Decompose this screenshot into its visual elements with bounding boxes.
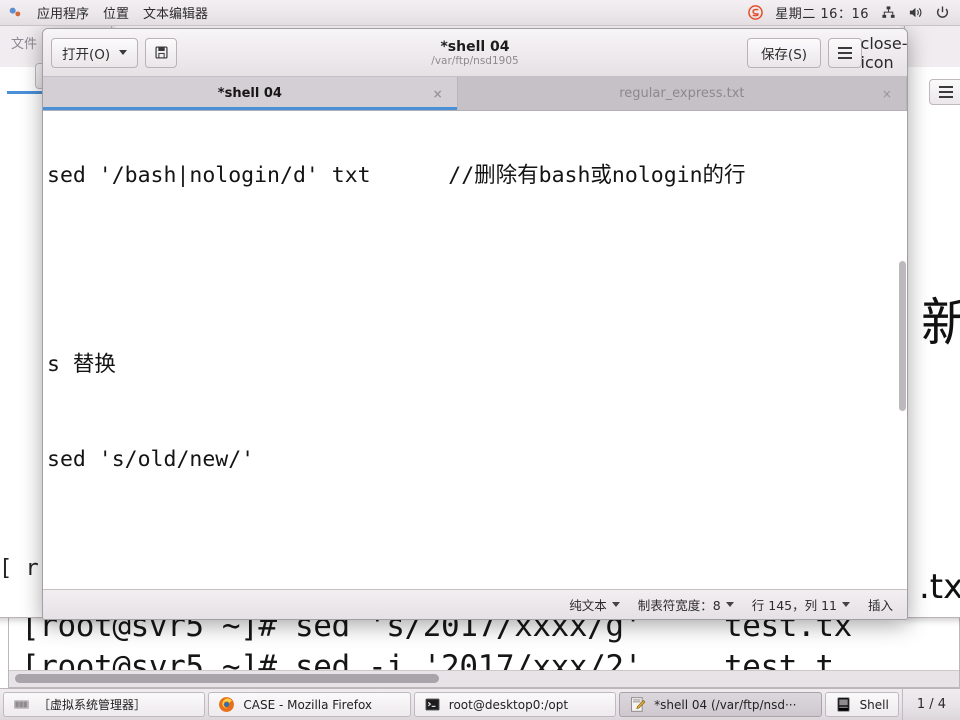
vm-manager-icon (14, 700, 29, 709)
tab-shell-04-label: *shell 04 (217, 86, 282, 101)
taskbar-item-shell-label: Shell (859, 697, 889, 712)
save-button-label: 保存(S) (760, 46, 808, 63)
taskbar-item-vm-manager-label: ［虚拟系统管理器］ (38, 698, 147, 712)
taskbar: ［虚拟系统管理器］ CASE - Mozilla Firefox root@de… (0, 688, 960, 720)
shell-icon (836, 697, 850, 712)
taskbar-item-shell04-label: *shell 04 (/var/ftp/nsd··· (654, 697, 797, 712)
menu-applications[interactable]: 应用程序 (37, 3, 89, 22)
tab-shell-04-close-icon[interactable]: × (433, 87, 443, 101)
tab-shell-04[interactable]: *shell 04 × (43, 77, 458, 110)
taskbar-item-firefox[interactable]: CASE - Mozilla Firefox (208, 692, 411, 717)
activities-icon[interactable] (8, 5, 23, 20)
headerbar-right-actions: 保存(S) close-icon (747, 34, 907, 72)
editor-text-area[interactable]: sed '/bash|nologin/d' txt //删除有bash或nolo… (43, 111, 907, 589)
status-tab-width-label: 制表符宽度：8 (637, 598, 721, 613)
hamburger-menu-icon[interactable] (929, 79, 960, 105)
status-insert-mode[interactable]: 插入 (868, 595, 893, 614)
top-panel-right: 星期二 16：16 (748, 3, 960, 22)
hamburger-menu-icon[interactable] (828, 37, 862, 68)
status-cursor-position[interactable]: 行 145，列 11 (752, 595, 850, 614)
desktop-screen: [root@svr5 ~]# sed 's/2017/xxxx/g' test.… (0, 0, 960, 720)
hamburger-glyph (939, 86, 953, 98)
tab-regular-express-close-icon[interactable]: × (882, 87, 892, 101)
volume-icon[interactable] (908, 5, 923, 20)
editor-lines: sed '/bash|nologin/d' txt //删除有bash或nolo… (47, 111, 907, 589)
background-right-big-char: 新 (921, 281, 960, 356)
save-button[interactable]: 保存(S) (747, 37, 821, 68)
clock[interactable]: 星期二 16：16 (775, 3, 869, 22)
editor-line: sed '/bash|nologin/d' txt //删除有bash或nolo… (47, 163, 746, 188)
close-icon[interactable]: close-icon (861, 34, 907, 72)
top-panel: 应用程序 位置 文本编辑器 星期二 16：16 (0, 0, 960, 26)
top-panel-left: 应用程序 位置 文本编辑器 (0, 3, 208, 22)
gedit-headerbar: 打开(O) *shell 04 /var/ftp/nsd1905 保存(S) c… (43, 29, 907, 77)
chevron-down-icon (119, 50, 128, 55)
chevron-down-icon (611, 602, 620, 607)
save-as-button[interactable] (145, 37, 178, 68)
taskbar-item-vm-manager[interactable]: ［虚拟系统管理器］ (3, 692, 206, 717)
status-bar: 纯文本 制表符宽度：8 行 145，列 11 插入 (43, 589, 907, 619)
editor-vertical-scrollbar[interactable] (899, 261, 906, 411)
taskbar-item-terminal-label: root@desktop0:/opt (448, 697, 569, 712)
page-subtitle-path: /var/ftp/nsd1905 (431, 54, 519, 67)
editor-line: sed 's/old/new/' (47, 446, 255, 472)
power-icon[interactable] (935, 5, 950, 20)
menu-places[interactable]: 位置 (103, 3, 129, 22)
chevron-down-icon (841, 602, 850, 607)
taskbar-item-terminal[interactable]: root@desktop0:/opt (413, 692, 617, 717)
status-format[interactable]: 纯文本 (569, 595, 620, 614)
close-glyph: close-icon (860, 33, 908, 72)
save-as-icon (155, 46, 168, 59)
status-cursor-position-label: 行 145，列 11 (751, 598, 837, 613)
hamburger-glyph (838, 46, 852, 59)
taskbar-item-firefox-label: CASE - Mozilla Firefox (243, 697, 373, 712)
taskbar-item-shell[interactable]: Shell (824, 692, 899, 717)
open-button[interactable]: 打开(O) (51, 37, 139, 68)
gedit-icon (631, 697, 646, 712)
sogou-input-icon[interactable] (748, 5, 764, 20)
status-insert-mode-label: 插入 (867, 598, 893, 613)
open-button-label: 打开(O) (62, 46, 111, 63)
firefox-icon (219, 697, 235, 712)
background-right-tail-text: .tx (919, 567, 960, 607)
menu-text-editor[interactable]: 文本编辑器 (143, 3, 208, 22)
editor-line: s 替换 (47, 352, 116, 377)
background-left-text: [ r (0, 556, 39, 581)
terminal-icon (425, 698, 440, 711)
background-window-right[interactable]: × 新 .tx (904, 18, 960, 618)
tab-bar: *shell 04 × regular_express.txt × (43, 77, 907, 111)
terminal-hscrollbar-track[interactable] (9, 670, 959, 687)
tab-regular-express[interactable]: regular_express.txt × (457, 77, 907, 110)
status-tab-width[interactable]: 制表符宽度：8 (638, 595, 734, 614)
status-format-label: 纯文本 (569, 598, 607, 613)
page-title: *shell 04 (440, 38, 510, 55)
chevron-down-icon (725, 602, 734, 607)
gedit-window[interactable]: 打开(O) *shell 04 /var/ftp/nsd1905 保存(S) c… (42, 28, 908, 620)
workspace-pager-label: 1 / 4 (916, 697, 947, 712)
network-icon[interactable] (881, 5, 896, 20)
tab-regular-express-label: regular_express.txt (619, 86, 745, 101)
workspace-pager[interactable]: 1 / 4 (901, 689, 960, 720)
terminal-hscrollbar-thumb[interactable] (15, 674, 439, 683)
taskbar-item-shell04[interactable]: *shell 04 (/var/ftp/nsd··· (619, 692, 822, 717)
